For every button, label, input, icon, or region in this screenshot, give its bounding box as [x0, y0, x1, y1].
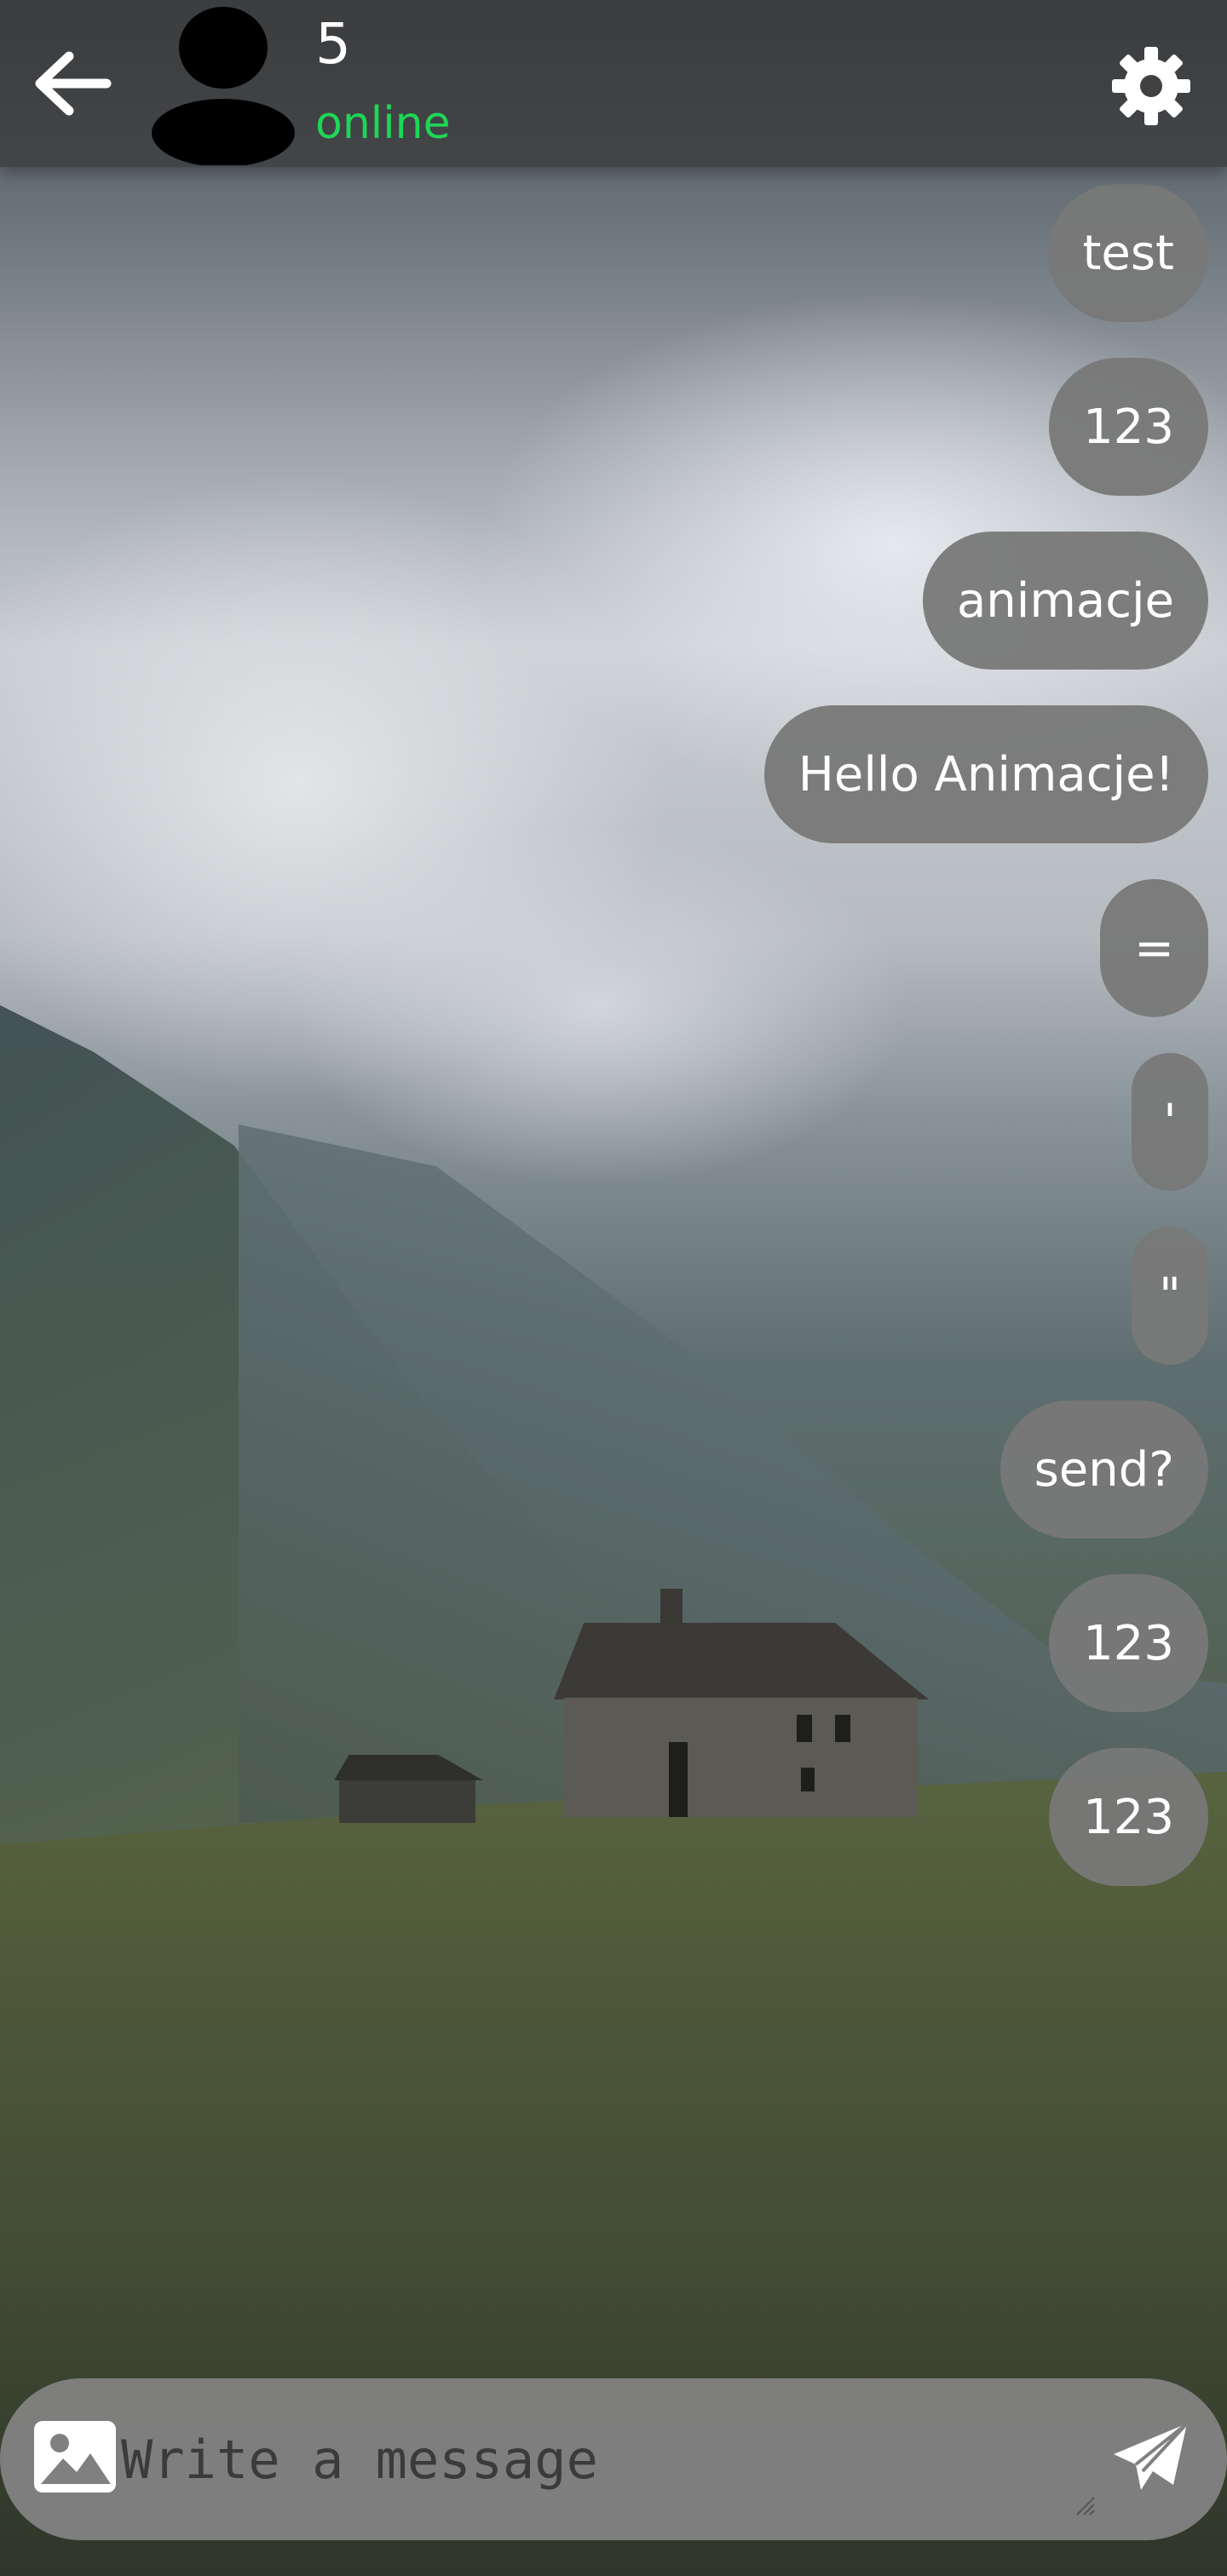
message-bubble[interactable]: " — [1132, 1227, 1208, 1365]
resize-handle-icon[interactable] — [1075, 2496, 1096, 2516]
back-button[interactable] — [26, 41, 119, 126]
message-list[interactable]: test 123 animacje Hello Animacje! = ' " … — [271, 184, 1208, 1886]
chat-screen: 5 online test 123 animacje Hello Animacj… — [0, 0, 1227, 2576]
contact-name: 5 — [315, 11, 351, 77]
message-bubble[interactable]: animacje — [922, 532, 1208, 670]
message-bubble[interactable]: 123 — [1049, 1574, 1208, 1712]
paper-plane-icon — [1114, 2422, 1189, 2490]
message-bubble[interactable]: test — [1048, 184, 1208, 322]
attach-image-button[interactable] — [32, 2414, 118, 2499]
chat-header: 5 online — [0, 0, 1227, 167]
arrow-left-icon — [35, 51, 112, 116]
send-button[interactable] — [1099, 2411, 1201, 2504]
avatar[interactable] — [152, 5, 295, 167]
gear-icon — [1112, 47, 1190, 125]
image-icon — [34, 2421, 116, 2493]
message-composer — [0, 2378, 1227, 2540]
message-input[interactable] — [121, 2404, 1067, 2515]
contact-status: online — [315, 98, 451, 149]
message-bubble[interactable]: 123 — [1049, 358, 1208, 496]
message-bubble[interactable]: 123 — [1049, 1748, 1208, 1886]
settings-button[interactable] — [1104, 39, 1198, 133]
message-bubble[interactable]: Hello Animacje! — [763, 705, 1208, 843]
message-bubble[interactable]: send? — [999, 1400, 1208, 1538]
message-bubble[interactable]: ' — [1132, 1053, 1208, 1191]
message-bubble[interactable]: = — [1100, 879, 1208, 1017]
user-silhouette-icon — [152, 7, 295, 167]
